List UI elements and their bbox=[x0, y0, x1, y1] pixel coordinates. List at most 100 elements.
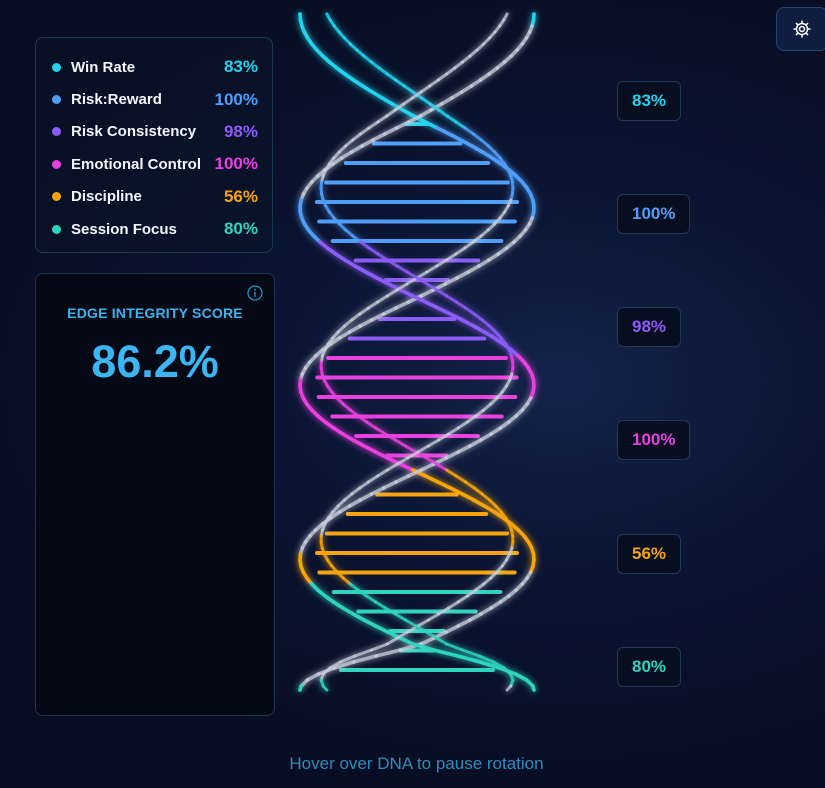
legend-value: 56% bbox=[223, 186, 258, 206]
helix-strand-segment bbox=[374, 648, 403, 658]
legend-dot bbox=[52, 159, 61, 169]
helix-strand-segment bbox=[359, 126, 371, 136]
helix-strand-segment bbox=[385, 108, 397, 118]
info-icon[interactable] bbox=[247, 285, 263, 301]
helix-strand-segment bbox=[393, 438, 408, 448]
helix-strand-segment bbox=[455, 270, 471, 280]
legend-label: Emotional Control bbox=[71, 155, 201, 173]
helix-strand-segment bbox=[436, 72, 449, 82]
legend-dot bbox=[52, 127, 61, 137]
helix-strand-segment bbox=[426, 438, 441, 448]
helix-strand-segment bbox=[435, 126, 452, 136]
legend-item-risk-consistency: Risk Consistency 98% bbox=[52, 116, 258, 148]
helix-strand-segment bbox=[402, 96, 414, 106]
legend-value: 83% bbox=[223, 57, 258, 77]
helix-strand-segment bbox=[423, 300, 440, 310]
legend-dot bbox=[52, 62, 61, 72]
helix-strand-segment bbox=[466, 264, 481, 274]
helix-strand-segment bbox=[464, 306, 476, 316]
helix-strand-segment bbox=[373, 624, 390, 634]
helix-strand-segment bbox=[401, 108, 416, 118]
legend-label: Risk Consistency bbox=[71, 123, 197, 141]
helix-strand-segment bbox=[385, 72, 398, 82]
settings-button[interactable] bbox=[776, 7, 825, 51]
helix-strand-segment bbox=[367, 120, 380, 130]
helix-strand-segment bbox=[393, 612, 408, 622]
helix-strand-segment bbox=[365, 420, 378, 430]
helix-strand-segment bbox=[456, 654, 483, 664]
helix-strand-segment bbox=[385, 636, 399, 646]
helix-strand-segment bbox=[398, 636, 415, 646]
legend-item-emotional-control: Emotional Control 100% bbox=[52, 148, 258, 180]
tag-value: 100% bbox=[632, 204, 676, 223]
legend-item-risk-reward: Risk:Reward 100% bbox=[52, 83, 258, 115]
legend-dot bbox=[52, 192, 61, 202]
helix-strand-segment bbox=[381, 306, 398, 316]
helix-strand-segment bbox=[395, 264, 409, 274]
legend-label: Session Focus bbox=[71, 220, 177, 238]
helix-strand-segment bbox=[460, 648, 481, 658]
segment-tag-risk-reward: 100% bbox=[617, 194, 691, 234]
helix-strand-segment bbox=[445, 66, 457, 76]
legend-label: Win Rate bbox=[71, 58, 136, 76]
score-title: EDGE INTEGRITY SCORE bbox=[67, 305, 243, 321]
helix-strand-segment bbox=[531, 684, 536, 692]
helix-strand-segment bbox=[454, 246, 467, 256]
segment-tag-emotional-control: 100% bbox=[617, 420, 691, 460]
helix-strand-segment bbox=[454, 474, 468, 484]
metrics-legend: Win Rate 83% Risk:Reward 100% Risk Consi… bbox=[35, 37, 273, 253]
hover-hint: Hover over DNA to pause rotation bbox=[289, 754, 544, 773]
legend-item-session-focus: Session Focus 80% bbox=[52, 213, 258, 245]
helix-strand-segment bbox=[362, 618, 378, 628]
helix-strand-segment bbox=[377, 66, 389, 76]
helix-strand-segment bbox=[365, 594, 378, 604]
helix-strand-segment bbox=[402, 84, 415, 94]
helix-strand-segment bbox=[381, 480, 398, 490]
helix-strand-segment bbox=[366, 474, 380, 484]
helix-strand-segment bbox=[376, 294, 389, 304]
helix-strand-segment bbox=[445, 642, 464, 652]
helix-strands bbox=[298, 12, 536, 692]
helix-strand-segment bbox=[416, 618, 430, 628]
segment-tag-win-rate: 83% bbox=[617, 81, 682, 121]
helix-strand-segment bbox=[456, 618, 472, 628]
helix-strand-segment bbox=[447, 132, 463, 142]
helix-strand-segment bbox=[471, 324, 487, 334]
helix-strand-segment bbox=[445, 294, 458, 304]
helix-strand-segment bbox=[505, 684, 513, 692]
helix-strand-segment bbox=[445, 114, 458, 124]
legend-label: Discipline bbox=[71, 188, 142, 206]
helix-strand-segment bbox=[470, 144, 485, 154]
helix-strand-segment bbox=[305, 672, 321, 682]
helix-strand-segment bbox=[456, 420, 469, 430]
helix-strand-segment bbox=[418, 108, 433, 118]
helix-strand-segment bbox=[382, 126, 399, 136]
helix-strand-segment bbox=[447, 426, 460, 436]
helix-rungs bbox=[314, 122, 520, 672]
helix-strand-segment bbox=[416, 444, 430, 454]
helix-strand-segment bbox=[454, 300, 468, 310]
helix-strand-segment bbox=[347, 498, 363, 508]
helix-strand-segment bbox=[437, 108, 449, 118]
legend-item-win-rate: Win Rate 83% bbox=[52, 51, 258, 83]
helix-strand-segment bbox=[398, 288, 415, 298]
legend-dot bbox=[52, 95, 61, 105]
helix-strand-segment bbox=[358, 480, 370, 490]
helix-strand-segment bbox=[351, 612, 366, 622]
legend-value: 100% bbox=[214, 154, 258, 174]
helix-strand-segment bbox=[460, 492, 476, 502]
helix-strand-segment bbox=[423, 474, 440, 484]
segment-tag-risk-consistency: 98% bbox=[617, 307, 682, 347]
helix-strand-segment bbox=[513, 672, 529, 682]
score-value: 86.2% bbox=[91, 336, 219, 387]
helix-strand-segment bbox=[351, 654, 378, 664]
helix-strand-segment bbox=[419, 84, 432, 94]
helix-strand-segment bbox=[456, 444, 472, 454]
helix-strand-segment bbox=[347, 324, 363, 334]
helix-strand-segment bbox=[394, 300, 411, 310]
helix-strand-segment bbox=[471, 498, 487, 508]
dna-helix[interactable] bbox=[280, 0, 570, 720]
helix-strand-segment bbox=[370, 642, 389, 652]
helix-strand-segment bbox=[371, 132, 387, 142]
helix-strand-segment bbox=[463, 126, 475, 136]
